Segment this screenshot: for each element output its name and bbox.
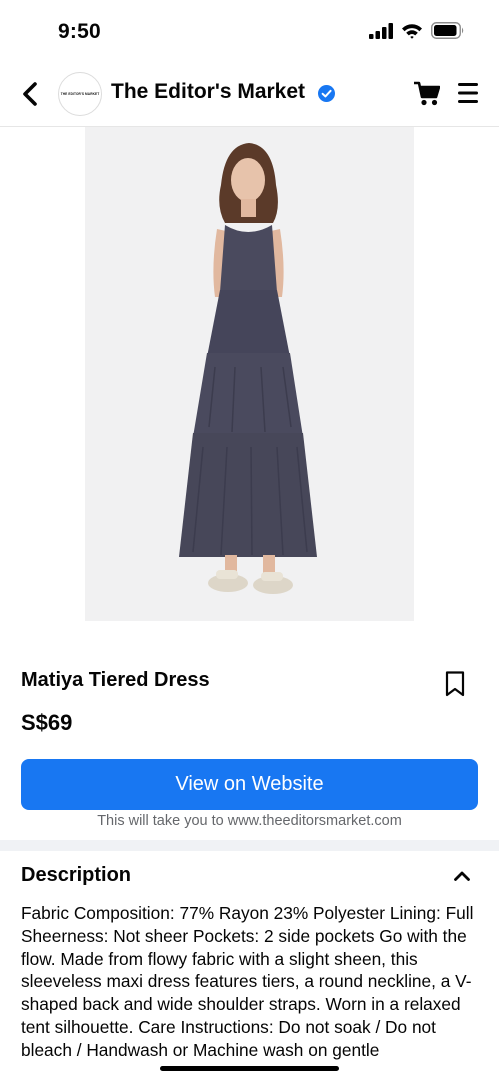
website-note: This will take you to www.theeditorsmark… xyxy=(97,813,402,829)
header-bar: THE EDITOR'S MARKET The Editor's Market xyxy=(0,62,499,127)
chevron-left-icon[interactable] xyxy=(20,81,40,107)
product-title: Matiya Tiered Dress xyxy=(21,669,210,691)
verified-badge-icon xyxy=(318,85,335,102)
cellular-signal-icon xyxy=(369,22,393,39)
chevron-up-icon[interactable] xyxy=(453,870,471,882)
description-heading: Description xyxy=(21,864,132,886)
status-icons xyxy=(369,22,465,39)
shop-name[interactable]: The Editor's Market xyxy=(111,80,305,104)
description-text: Fabric Composition: 77% Rayon 23% Polyes… xyxy=(21,903,474,1060)
view-on-website-button[interactable]: View on Website xyxy=(21,759,478,810)
bookmark-icon[interactable] xyxy=(444,670,466,698)
section-divider xyxy=(0,840,499,851)
status-bar: 9:50 xyxy=(0,0,499,62)
battery-icon xyxy=(431,22,464,39)
status-time: 9:50 xyxy=(58,20,101,43)
product-price: S$69 xyxy=(21,710,73,735)
hamburger-menu-icon[interactable] xyxy=(457,81,479,105)
cart-icon[interactable] xyxy=(413,81,440,106)
home-indicator[interactable] xyxy=(160,1066,339,1071)
shop-avatar[interactable]: THE EDITOR'S MARKET xyxy=(58,72,102,116)
wifi-icon xyxy=(402,23,422,39)
shop-avatar-text: THE EDITOR'S MARKET xyxy=(60,92,100,96)
product-photo xyxy=(85,127,414,621)
product-image[interactable] xyxy=(85,127,414,621)
